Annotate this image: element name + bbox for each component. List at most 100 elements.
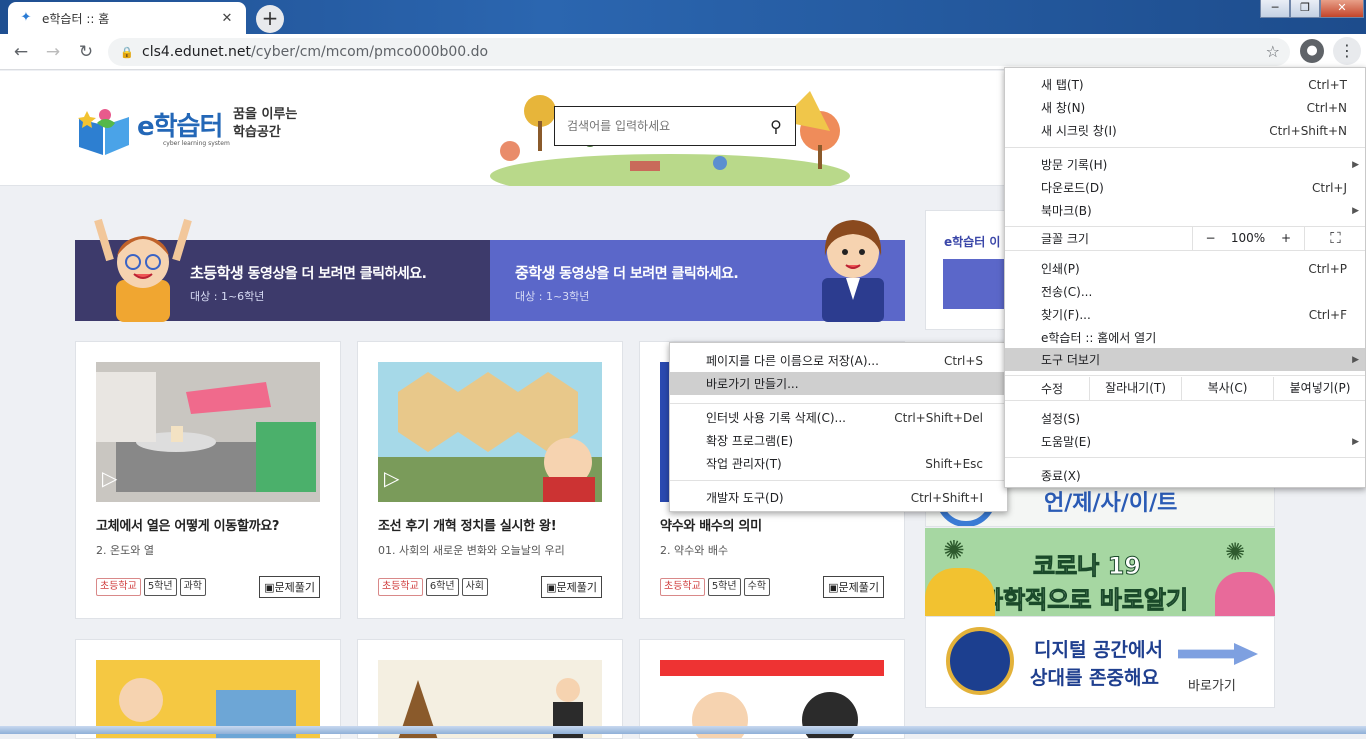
menu-item-cast[interactable]: 전송(C)... bbox=[1005, 280, 1365, 303]
virus-icon: ✺ bbox=[1225, 538, 1246, 566]
menu-item-more-tools[interactable]: 도구 더보기 ▶ bbox=[1005, 348, 1365, 371]
video-card[interactable] bbox=[639, 639, 905, 739]
menu-item-exit[interactable]: 종료(X) bbox=[1005, 464, 1365, 487]
os-taskbar bbox=[0, 726, 1366, 734]
police-ad-banner[interactable]: 디지털 공간에서 상대를 존중해요 바로가기 bbox=[925, 616, 1275, 708]
maximize-button[interactable]: ❐ bbox=[1290, 0, 1320, 18]
police-ad-link[interactable]: 바로가기 bbox=[1188, 675, 1236, 694]
tab-title: e학습터 :: 홈 bbox=[42, 11, 110, 26]
quiz-button[interactable]: ▣문제풀기 bbox=[259, 576, 320, 598]
forward-arrow-icon[interactable]: → bbox=[40, 40, 66, 64]
menu-item-extensions[interactable]: 확장 프로그램(E) bbox=[670, 429, 1007, 452]
browser-titlebar: ✦ e학습터 :: 홈 ✕ + ─ ❐ ✕ bbox=[0, 0, 1366, 34]
covid-ad-line1: 코로나 19 bbox=[1033, 552, 1142, 581]
zoom-in-button[interactable]: + bbox=[1268, 227, 1304, 250]
arrow-right-icon bbox=[1178, 643, 1258, 665]
tab-close-icon[interactable]: ✕ bbox=[218, 11, 236, 26]
menu-separator bbox=[1005, 147, 1365, 148]
clipboard-icon: ▣ bbox=[828, 581, 839, 594]
menu-separator bbox=[1005, 400, 1365, 401]
elementary-banner-subtitle: 대상 : 1~6학년 bbox=[190, 290, 265, 303]
zoom-out-button[interactable]: − bbox=[1192, 227, 1228, 250]
menu-separator bbox=[670, 480, 1007, 481]
tag-school: 초등학교 bbox=[96, 578, 141, 596]
tag-subject: 과학 bbox=[179, 578, 206, 596]
site-logo[interactable]: e학습터 cyber learning system 꿈을 이루는 학습공간 bbox=[75, 96, 305, 158]
ad1-text: 언/제/사/이/트 bbox=[1044, 491, 1178, 516]
mascot-illustration bbox=[1215, 572, 1275, 616]
covid-ad-banner[interactable]: 코로나 19 과학적으로 바로알기 ✺ ✺ bbox=[925, 528, 1275, 616]
search-input[interactable] bbox=[567, 119, 757, 133]
cut-button[interactable]: 잘라내기(T) bbox=[1089, 377, 1181, 400]
card-subtitle: 2. 약수와 배수 bbox=[660, 544, 729, 557]
window-close-button[interactable]: ✕ bbox=[1320, 0, 1364, 18]
address-bar[interactable]: 🔒 cls4.edunet.net/cyber/cm/mcom/pmco000b… bbox=[108, 38, 1290, 66]
tag-grade: 5학년 bbox=[143, 578, 177, 596]
tag-school: 초등학교 bbox=[660, 578, 705, 596]
submenu-arrow-icon: ▶ bbox=[1352, 205, 1359, 216]
search-icon[interactable]: ⚲ bbox=[757, 117, 795, 136]
menu-separator bbox=[670, 403, 1007, 404]
url-host: cls4.edunet.net bbox=[142, 44, 252, 60]
copy-button[interactable]: 복사(C) bbox=[1181, 377, 1273, 400]
profile-avatar-icon[interactable]: ● bbox=[1300, 39, 1324, 63]
video-card[interactable] bbox=[357, 639, 623, 739]
menu-separator bbox=[1005, 250, 1365, 251]
new-tab-button[interactable]: + bbox=[256, 5, 284, 33]
back-arrow-icon[interactable]: ← bbox=[8, 40, 34, 64]
reload-icon[interactable]: ↻ bbox=[73, 40, 99, 64]
submenu-arrow-icon: ▶ bbox=[1352, 159, 1359, 170]
video-card[interactable] bbox=[75, 639, 341, 739]
menu-item-open-in[interactable]: e학습터 :: 홈에서 열기 bbox=[1005, 326, 1365, 349]
virus-icon: ✺ bbox=[943, 536, 965, 566]
quiz-button[interactable]: ▣문제풀기 bbox=[541, 576, 602, 598]
menu-item-create-shortcut[interactable]: 바로가기 만들기... bbox=[670, 372, 1007, 395]
menu-item-find[interactable]: 찾기(F)... Ctrl+F bbox=[1005, 303, 1365, 326]
zoom-level: 100% bbox=[1230, 231, 1266, 245]
browser-toolbar: ← → ↻ 🔒 cls4.edunet.net/cyber/cm/mcom/pm… bbox=[0, 34, 1366, 70]
menu-item-new-window[interactable]: 새 창(N) Ctrl+N bbox=[1005, 96, 1365, 119]
side-panel-title: e학습터 이 bbox=[944, 235, 1001, 249]
police-ad-line2: 상대를 존중해요 bbox=[1030, 667, 1159, 689]
card-tags: 초등학교 5학년 수학 bbox=[660, 578, 770, 596]
logo-sub-text: cyber learning system bbox=[163, 140, 230, 147]
chrome-menu-icon[interactable]: ⋮ bbox=[1333, 37, 1361, 65]
browser-tab[interactable]: ✦ e학습터 :: 홈 ✕ bbox=[8, 2, 246, 34]
url-path: /cyber/cm/mcom/pmco000b00.do bbox=[251, 44, 489, 60]
slogan-line1: 꿈을 이루는 bbox=[233, 107, 298, 122]
card-subtitle: 01. 사회의 새로운 변화와 오늘날의 우리 bbox=[378, 544, 565, 557]
submenu-arrow-icon: ▶ bbox=[1352, 436, 1359, 447]
menu-item-downloads[interactable]: 다운로드(D) Ctrl+J bbox=[1005, 176, 1365, 199]
menu-item-print[interactable]: 인쇄(P) Ctrl+P bbox=[1005, 257, 1365, 280]
menu-item-settings[interactable]: 설정(S) bbox=[1005, 407, 1365, 430]
menu-item-bookmarks[interactable]: 북마크(B) ▶ bbox=[1005, 199, 1365, 222]
fullscreen-icon[interactable]: ⛶ bbox=[1304, 227, 1366, 250]
quiz-button[interactable]: ▣문제풀기 bbox=[823, 576, 884, 598]
menu-item-task-manager[interactable]: 작업 관리자(T) Shift+Esc bbox=[670, 452, 1007, 475]
menu-item-help[interactable]: 도움말(E) ▶ bbox=[1005, 430, 1365, 453]
tag-grade: 6학년 bbox=[425, 578, 459, 596]
paste-button[interactable]: 붙여넣기(P) bbox=[1273, 377, 1366, 400]
covid-ad-line2: 과학적으로 바로알기 bbox=[980, 586, 1189, 615]
menu-item-new-incognito-window[interactable]: 새 시크릿 창(I) Ctrl+Shift+N bbox=[1005, 119, 1365, 142]
slogan-line2: 학습공간 bbox=[233, 125, 281, 140]
tag-grade: 5학년 bbox=[707, 578, 741, 596]
tag-subject: 사회 bbox=[461, 578, 488, 596]
tag-subject: 수학 bbox=[743, 578, 770, 596]
minimize-button[interactable]: ─ bbox=[1260, 0, 1290, 18]
menu-item-clear-browsing-data[interactable]: 인터넷 사용 기록 삭제(C)... Ctrl+Shift+Del bbox=[670, 406, 1007, 429]
video-card[interactable]: ▷ 조선 후기 개혁 정치를 실시한 왕! 01. 사회의 새로운 변화와 오늘… bbox=[357, 341, 623, 619]
play-icon[interactable]: ▷ bbox=[384, 466, 414, 496]
search-box[interactable]: ⚲ bbox=[554, 106, 796, 146]
police-ad-line1: 디지털 공간에서 bbox=[1034, 639, 1163, 661]
menu-item-developer-tools[interactable]: 개발자 도구(D) Ctrl+Shift+I bbox=[670, 486, 1007, 509]
menu-item-history[interactable]: 방문 기록(H) ▶ bbox=[1005, 153, 1365, 176]
menu-item-save-as[interactable]: 페이지를 다른 이름으로 저장(A)... Ctrl+S bbox=[670, 349, 1007, 372]
bookmark-star-icon[interactable]: ☆ bbox=[1266, 42, 1280, 61]
menu-item-new-tab[interactable]: 새 탭(T) Ctrl+T bbox=[1005, 73, 1365, 96]
play-icon[interactable]: ▷ bbox=[102, 466, 132, 496]
card-subtitle: 2. 온도와 열 bbox=[96, 544, 154, 557]
video-card[interactable]: ▷ 고체에서 열은 어떻게 이동할까요? 2. 온도와 열 초등학교 5학년 과… bbox=[75, 341, 341, 619]
logo-book-icon bbox=[78, 109, 129, 155]
more-tools-submenu: 페이지를 다른 이름으로 저장(A)... Ctrl+S 바로가기 만들기... … bbox=[669, 342, 1008, 512]
